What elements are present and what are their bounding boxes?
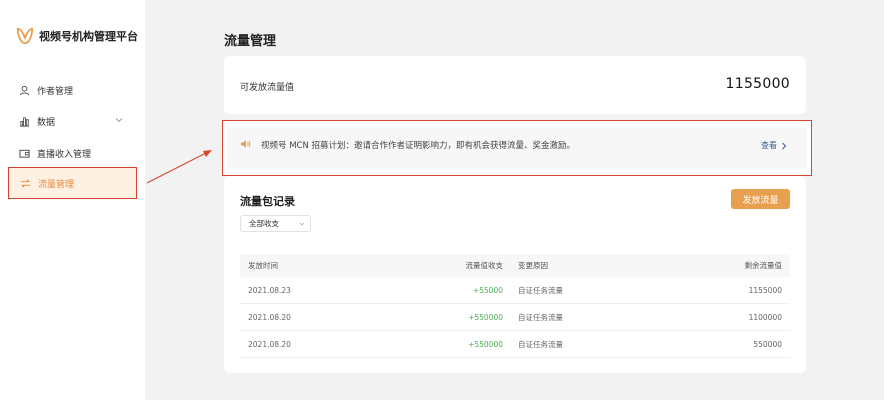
notice-text: 视频号 MCN 招募计划：邀请合作作者证明影响力，即有机会获得流量、奖金激励。 <box>261 141 576 151</box>
release-traffic-button[interactable]: 发放流量 <box>731 189 790 209</box>
column-header: 发放时间 <box>248 261 278 270</box>
wallet-icon <box>18 147 30 159</box>
sidebar-item-authors[interactable]: 作者管理 <box>8 74 137 106</box>
table-row: 2021.08.23 +55000 自证任务流量 1155000 <box>240 277 790 304</box>
cell-change: +550000 <box>468 339 503 349</box>
sidebar-item-data[interactable]: 数据 <box>8 105 137 137</box>
table-row: 2021.08.20 +550000 自证任务流量 550000 <box>240 331 790 358</box>
logo-icon <box>16 27 34 45</box>
column-header: 流量值收支 <box>465 261 504 270</box>
notice-box: 视频号 MCN 招募计划：邀请合作作者证明影响力，即有机会获得流量、奖金激励。 … <box>227 127 807 169</box>
sidebar-item-live-income[interactable]: 直播收入管理 <box>8 137 137 169</box>
cell-reason: 自证任务流量 <box>518 285 563 295</box>
view-link[interactable]: 查看 <box>761 140 787 151</box>
user-icon <box>18 84 30 96</box>
sidebar: 视频号机构管理平台 作者管理 数据 直播收入管理 流量管理 <box>0 0 145 400</box>
transfer-icon <box>19 177 31 189</box>
speaker-icon <box>241 140 251 148</box>
app-title: 视频号机构管理平台 <box>39 30 138 43</box>
notice-banner: 视频号 MCN 招募计划：邀请合作作者证明影响力，即有机会获得流量、奖金激励。 … <box>222 120 812 176</box>
quota-value: 1155000 <box>725 76 790 92</box>
cell-remaining: 550000 <box>753 339 782 349</box>
column-header: 变更原因 <box>518 261 548 270</box>
cell-date: 2021.08.20 <box>248 312 291 322</box>
cell-reason: 自证任务流量 <box>518 312 563 322</box>
cell-change: +55000 <box>472 285 503 295</box>
quota-label: 可发放流量值 <box>240 83 295 93</box>
chevron-down-icon <box>115 118 123 123</box>
sidebar-item-traffic[interactable]: 流量管理 <box>8 167 137 199</box>
chevron-down-icon <box>299 222 305 226</box>
view-link-label: 查看 <box>761 141 777 150</box>
bar-chart-icon <box>18 115 30 127</box>
records-card: 流量包记录 发放流量 全部收支 发放时间 流量值收支 变更原因 剩余流量值 20… <box>224 176 806 373</box>
cell-remaining: 1155000 <box>748 285 782 295</box>
sidebar-item-label: 作者管理 <box>37 86 74 97</box>
sidebar-item-label: 直播收入管理 <box>37 149 92 160</box>
quota-card: 可发放流量值 1155000 <box>224 56 806 114</box>
records-title: 流量包记录 <box>240 195 295 208</box>
table-row: 2021.08.20 +550000 自证任务流量 1100000 <box>240 304 790 331</box>
brand: 视频号机构管理平台 <box>16 26 138 46</box>
cell-date: 2021.08.23 <box>248 285 291 295</box>
chevron-right-icon <box>782 142 787 149</box>
cell-remaining: 1100000 <box>748 312 782 322</box>
records-table: 发放时间 流量值收支 变更原因 剩余流量值 2021.08.23 +55000 … <box>240 254 790 358</box>
sidebar-item-label: 流量管理 <box>38 179 75 190</box>
sidebar-item-label: 数据 <box>37 117 56 128</box>
filter-select[interactable]: 全部收支 <box>240 215 311 232</box>
cell-change: +550000 <box>468 312 503 322</box>
table-header: 发放时间 流量值收支 变更原因 剩余流量值 <box>240 254 790 277</box>
column-header: 剩余流量值 <box>744 261 783 270</box>
cell-reason: 自证任务流量 <box>518 339 563 349</box>
cell-date: 2021.08.20 <box>248 339 291 349</box>
filter-value: 全部收支 <box>249 219 279 228</box>
page-title: 流量管理 <box>224 34 277 49</box>
